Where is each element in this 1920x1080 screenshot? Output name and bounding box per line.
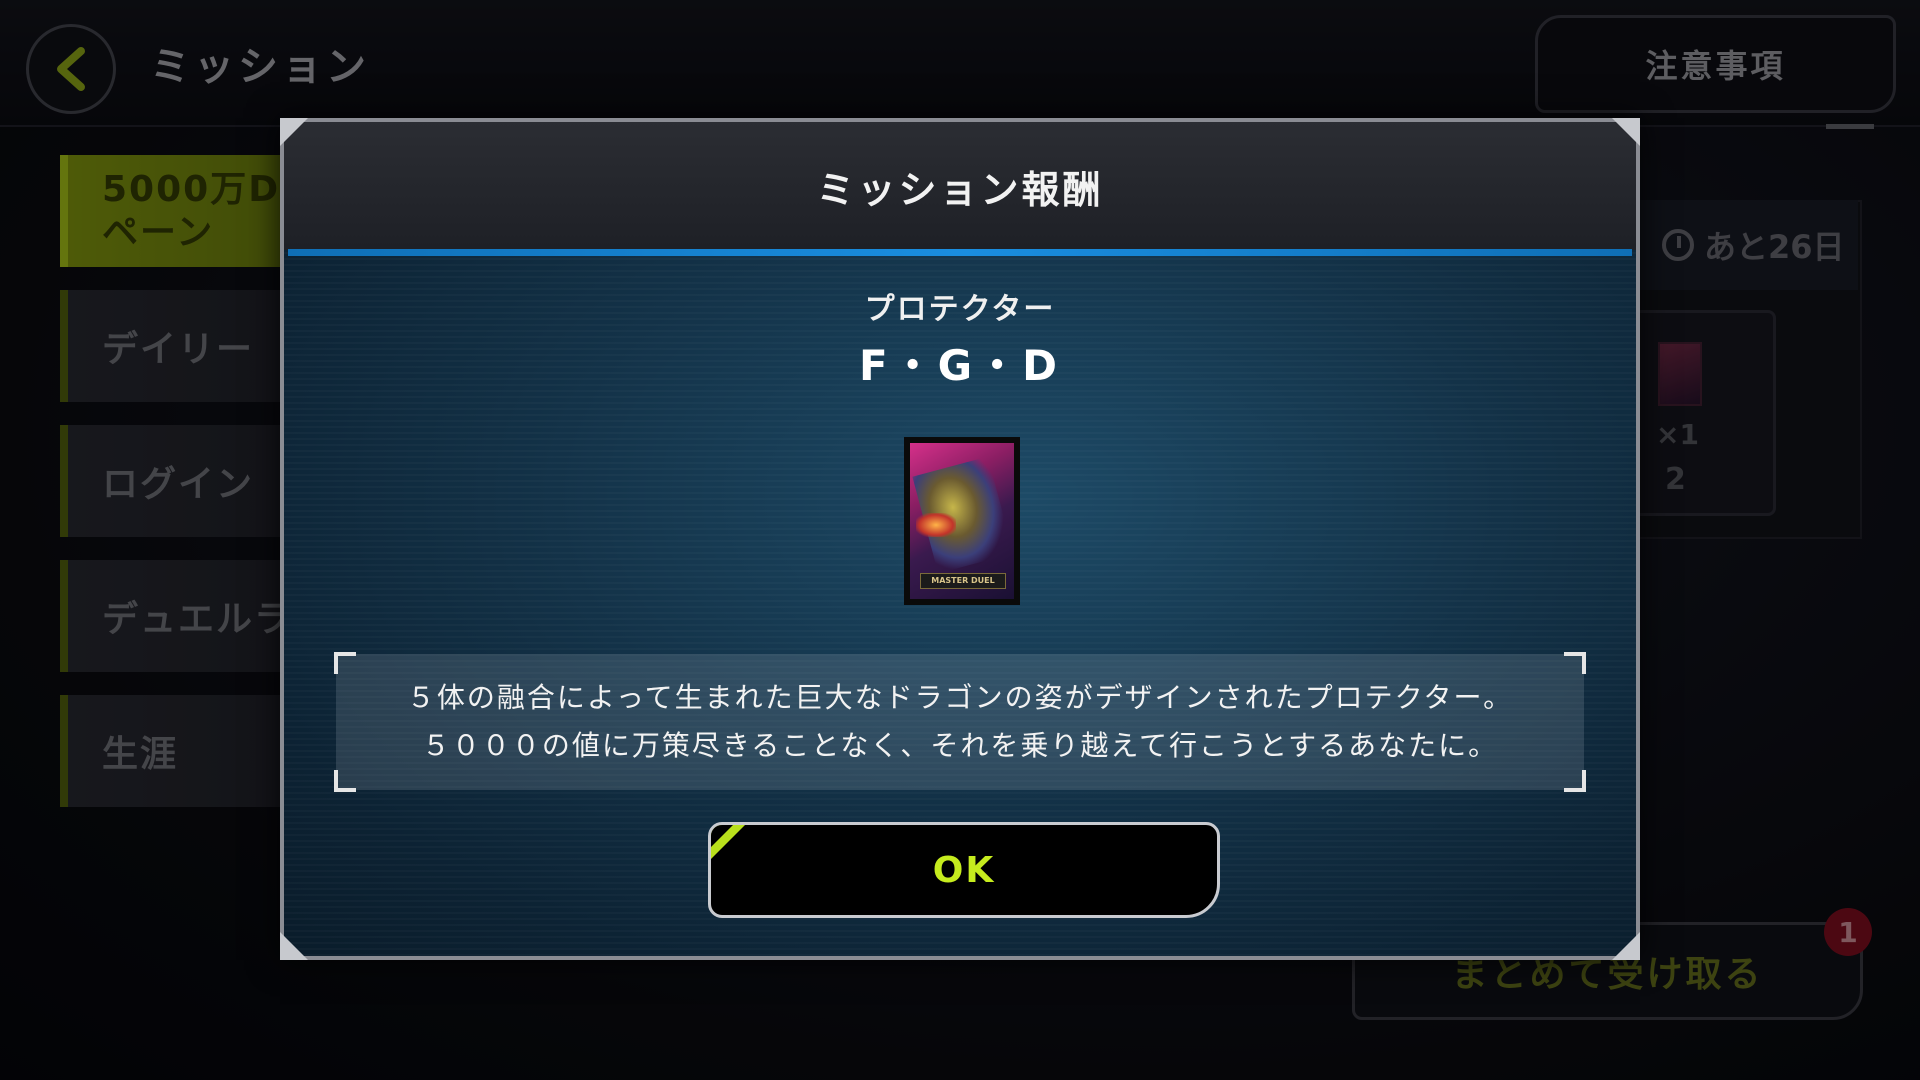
item-name: F・G・D <box>858 341 1062 390</box>
description-box: ５体の融合によって生まれた巨大なドラゴンの姿がデザインされたプロテクター。 ５０… <box>334 652 1586 792</box>
header-divider <box>288 249 1632 256</box>
sleeve-image: MASTER DUEL <box>904 437 1020 605</box>
item-type: プロテクター <box>864 292 1056 327</box>
dialog-title: ミッション報酬 <box>816 167 1104 212</box>
flame-art <box>916 513 956 537</box>
dialog-header: ミッション報酬 <box>284 122 1636 250</box>
sleeve-artwork: MASTER DUEL <box>910 443 1014 599</box>
bracket-corner <box>1564 770 1586 792</box>
frame-corner <box>280 932 308 960</box>
bracket-corner <box>1564 652 1586 674</box>
ok-button[interactable]: OK <box>708 822 1220 918</box>
description-line: ５０００の値に万策尽きることなく、それを乗り越えて行こうとするあなたに。 <box>421 729 1499 762</box>
description-line: ５体の融合によって生まれた巨大なドラゴンの姿がデザインされたプロテクター。 <box>406 681 1514 714</box>
bracket-corner <box>334 652 356 674</box>
frame-corner <box>1612 932 1640 960</box>
frame-corner <box>1612 118 1640 146</box>
bracket-corner <box>334 770 356 792</box>
game-logo: MASTER DUEL <box>920 573 1006 589</box>
reward-dialog: ミッション報酬 プロテクター F・G・D MASTER DUEL ５体の融合によ… <box>280 118 1640 960</box>
frame-corner <box>280 118 308 146</box>
ok-label: OK <box>932 849 996 891</box>
button-accent-inner <box>711 825 739 853</box>
